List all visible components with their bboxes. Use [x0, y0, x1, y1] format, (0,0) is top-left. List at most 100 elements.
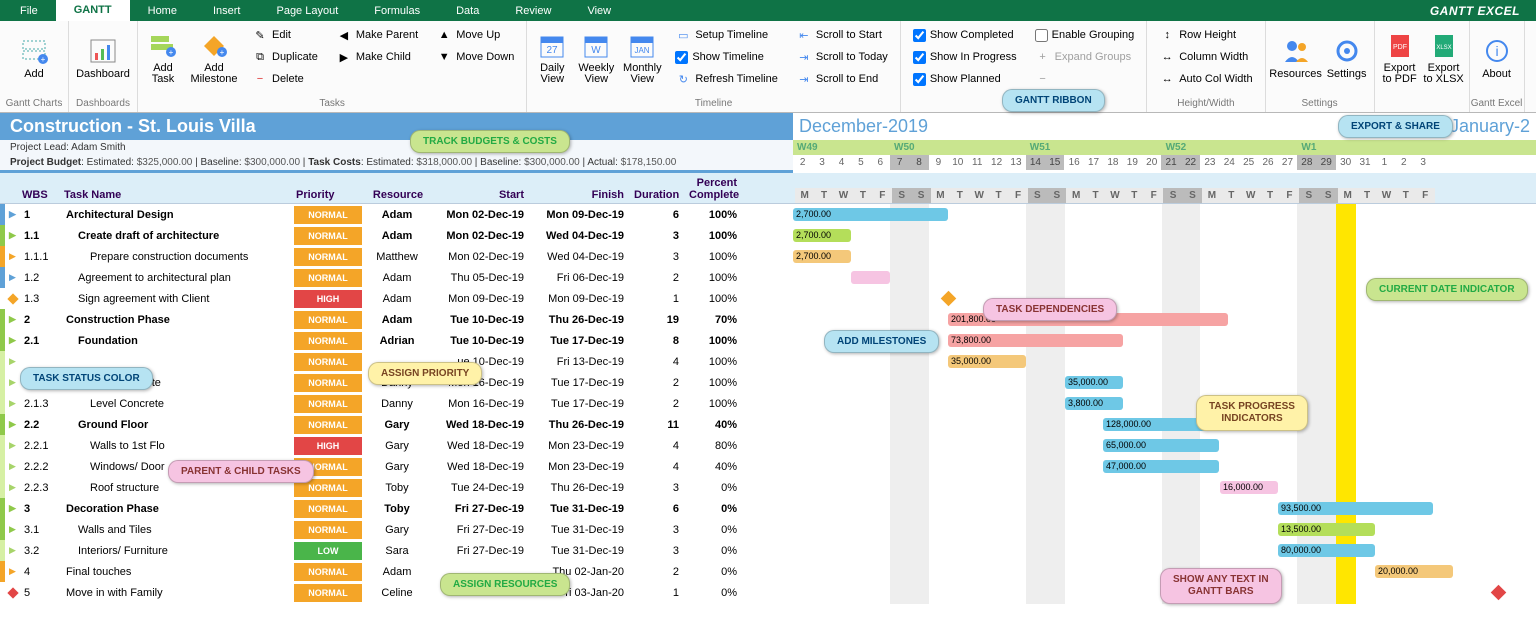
cell-resource[interactable]: Adrian [362, 335, 432, 347]
cell-priority[interactable]: NORMAL [294, 584, 362, 602]
duplicate-button[interactable]: ⧉Duplicate [248, 47, 322, 67]
setup-timeline-button[interactable]: ▭Setup Timeline [671, 25, 782, 45]
tab-view[interactable]: View [569, 0, 629, 21]
enable-grouping-checkbox[interactable]: Enable Grouping [1031, 25, 1139, 45]
move-down-button[interactable]: ▼Move Down [432, 47, 518, 67]
make-child-button[interactable]: ▶Make Child [332, 47, 422, 67]
tab-formulas[interactable]: Formulas [356, 0, 438, 21]
cell-resource[interactable]: Gary [362, 524, 432, 536]
refresh-timeline-button[interactable]: ↻Refresh Timeline [671, 69, 782, 89]
gantt-bar[interactable]: 93,500.00 [1278, 502, 1433, 515]
monthly-view-button[interactable]: JAN Monthly View [619, 23, 665, 93]
table-row[interactable]: ▶1.2Agreement to architectural planNORMA… [0, 267, 793, 288]
scroll-start-button[interactable]: ⇤Scroll to Start [792, 25, 892, 45]
cell-priority[interactable]: HIGH [294, 290, 362, 308]
cell-resource[interactable]: Adam [362, 230, 432, 242]
gantt-bar[interactable]: 65,000.00 [1103, 439, 1219, 452]
cell-resource[interactable]: Adam [362, 566, 432, 578]
cell-priority[interactable]: NORMAL [294, 248, 362, 266]
gantt-bar[interactable]: 3,800.00 [1065, 397, 1123, 410]
resources-button[interactable]: Resources [1270, 23, 1322, 93]
cell-resource[interactable]: Gary [362, 440, 432, 452]
col-taskname[interactable]: Task Name [62, 189, 294, 201]
gantt-bar[interactable]: 47,000.00 [1103, 460, 1219, 473]
export-pdf-button[interactable]: PDF Export to PDF [1379, 23, 1421, 93]
table-row[interactable]: 1.3Sign agreement with ClientHIGHAdamMon… [0, 288, 793, 309]
table-row[interactable]: ▶4Final touchesNORMALAdamThu 02-Jan-2020… [0, 561, 793, 582]
col-duration[interactable]: Duration [632, 189, 687, 201]
table-row[interactable]: ▶1Architectural DesignNORMALAdamMon 02-D… [0, 204, 793, 225]
gantt-bar[interactable]: 16,000.00 [1220, 481, 1278, 494]
cell-resource[interactable]: Sara [362, 545, 432, 557]
table-row[interactable]: ▶1.1Create draft of architectureNORMALAd… [0, 225, 793, 246]
table-row[interactable]: ▶2.2.2Windows/ DoorNORMALGaryWed 18-Dec-… [0, 456, 793, 477]
cell-priority[interactable]: HIGH [294, 437, 362, 455]
edit-button[interactable]: ✎Edit [248, 25, 322, 45]
export-xlsx-button[interactable]: XLSX Export to XLSX [1423, 23, 1465, 93]
dashboard-button[interactable]: Dashboard [73, 23, 133, 93]
table-row[interactable]: ▶3Decoration PhaseNORMALTobyFri 27-Dec-1… [0, 498, 793, 519]
col-percent[interactable]: Percent Complete [687, 177, 747, 201]
table-row[interactable]: ▶2Construction PhaseNORMALAdamTue 10-Dec… [0, 309, 793, 330]
gantt-milestone[interactable] [941, 291, 957, 307]
auto-col-button[interactable]: ↔Auto Col Width [1155, 69, 1256, 89]
cell-priority[interactable]: NORMAL [294, 563, 362, 581]
cell-priority[interactable]: NORMAL [294, 311, 362, 329]
cell-priority[interactable]: NORMAL [294, 395, 362, 413]
table-row[interactable]: ▶1.1.1Prepare construction documentsNORM… [0, 246, 793, 267]
table-row[interactable]: 5Move in with FamilyNORMALCelineFri 03-J… [0, 582, 793, 603]
cell-priority[interactable]: NORMAL [294, 374, 362, 392]
gantt-bar[interactable]: 73,800.00 [948, 334, 1123, 347]
cell-priority[interactable]: NORMAL [294, 227, 362, 245]
cell-resource[interactable]: Danny [362, 398, 432, 410]
weekly-view-button[interactable]: W Weekly View [575, 23, 617, 93]
cell-priority[interactable]: NORMAL [294, 332, 362, 350]
make-parent-button[interactable]: ◀Make Parent [332, 25, 422, 45]
show-inprogress-checkbox[interactable]: Show In Progress [909, 47, 1021, 67]
col-wbs[interactable]: WBS [20, 189, 62, 201]
tab-pagelayout[interactable]: Page Layout [258, 0, 356, 21]
cell-resource[interactable]: Adam [362, 314, 432, 326]
delete-button[interactable]: −Delete [248, 69, 322, 89]
col-priority[interactable]: Priority [294, 189, 362, 201]
cell-priority[interactable]: NORMAL [294, 521, 362, 539]
col-resource[interactable]: Resource [362, 189, 432, 201]
cell-resource[interactable]: Gary [362, 419, 432, 431]
scroll-end-button[interactable]: ⇥Scroll to End [792, 69, 892, 89]
cell-priority[interactable]: NORMAL [294, 500, 362, 518]
scroll-today-button[interactable]: ⇥Scroll to Today [792, 47, 892, 67]
about-button[interactable]: i About [1474, 23, 1520, 93]
table-row[interactable]: ▶2.1FoundationNORMALAdrianTue 10-Dec-19T… [0, 330, 793, 351]
table-row[interactable]: ▶3.2Interiors/ FurnitureLOWSaraFri 27-De… [0, 540, 793, 561]
tab-gantt[interactable]: GANTT [56, 0, 130, 21]
gantt-bar[interactable]: 2,700.00 [793, 229, 851, 242]
cell-priority[interactable]: NORMAL [294, 416, 362, 434]
table-row[interactable]: ▶2.1.3Level ConcreteNORMALDannyMon 16-De… [0, 393, 793, 414]
cell-priority[interactable]: NORMAL [294, 206, 362, 224]
gantt-milestone[interactable] [1491, 585, 1507, 601]
daily-view-button[interactable]: 27 Daily View [531, 23, 573, 93]
cell-resource[interactable]: Gary [362, 461, 432, 473]
cell-resource[interactable]: Toby [362, 482, 432, 494]
show-planned-checkbox[interactable]: Show Planned [909, 69, 1021, 89]
col-start[interactable]: Start [432, 189, 532, 201]
cell-resource[interactable]: Toby [362, 503, 432, 515]
gantt-bar[interactable]: 35,000.00 [1065, 376, 1123, 389]
col-finish[interactable]: Finish [532, 189, 632, 201]
gantt-bar[interactable]: 2,700.00 [793, 208, 948, 221]
cell-priority[interactable]: LOW [294, 542, 362, 560]
cell-resource[interactable]: Adam [362, 209, 432, 221]
table-row[interactable]: ▶2.2.3Roof structureNORMALTobyTue 24-Dec… [0, 477, 793, 498]
tab-file[interactable]: File [2, 0, 56, 21]
cell-priority[interactable]: NORMAL [294, 353, 362, 371]
settings-button[interactable]: Settings [1324, 23, 1370, 93]
tab-data[interactable]: Data [438, 0, 497, 21]
gantt-bar[interactable]: 80,000.00 [1278, 544, 1375, 557]
cell-resource[interactable]: Adam [362, 293, 432, 305]
row-height-button[interactable]: ↕Row Height [1155, 25, 1256, 45]
gantt-bar[interactable]: 2,700.00 [793, 250, 851, 263]
add-milestone-button[interactable]: + Add Milestone [186, 23, 242, 93]
cell-resource[interactable]: Celine [362, 587, 432, 599]
table-row[interactable]: ▶2.2.1Walls to 1st FloHIGHGaryWed 18-Dec… [0, 435, 793, 456]
table-row[interactable]: ▶3.1Walls and TilesNORMALGaryFri 27-Dec-… [0, 519, 793, 540]
